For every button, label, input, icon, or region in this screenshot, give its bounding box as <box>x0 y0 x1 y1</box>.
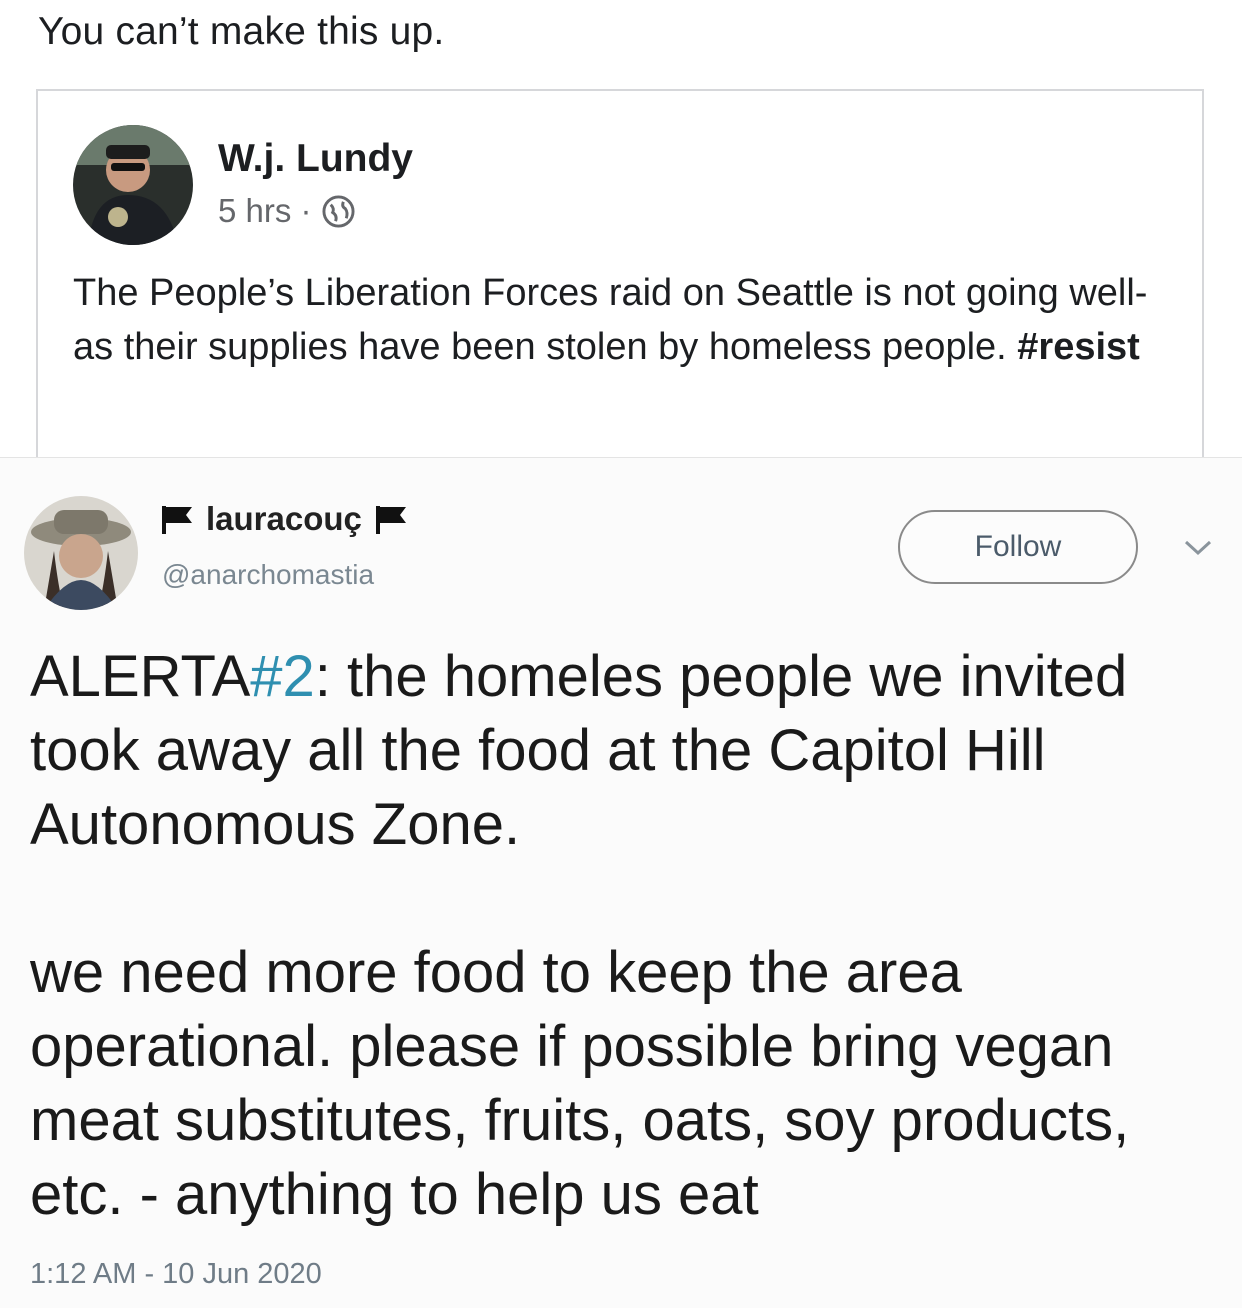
tweet-screenshot: lauracouç @anarchomastia Follow ALERTA#2… <box>0 457 1242 1308</box>
author-avatar-image <box>73 125 193 245</box>
tweet-display-name-row[interactable]: lauracouç <box>160 500 408 538</box>
post-text: The People’s Liberation Forces raid on S… <box>73 272 1148 368</box>
black-flag-icon <box>375 506 406 534</box>
tweet-display-name[interactable]: lauracouç <box>206 500 362 538</box>
tweet-handle[interactable]: @anarchomastia <box>162 559 374 591</box>
alert-prefix: ALERTA <box>30 644 251 709</box>
tweet-paragraph-2: we need more food to keep the area opera… <box>30 940 1130 1227</box>
post-time[interactable]: 5 hrs · <box>218 192 312 230</box>
hashtag-link[interactable]: #resist <box>1017 326 1140 368</box>
author-avatar[interactable] <box>73 125 193 245</box>
tweet-avatar[interactable] <box>24 496 138 610</box>
author-name[interactable]: W.j. Lundy <box>218 137 413 181</box>
tweet-avatar-image <box>24 496 138 610</box>
chevron-down-icon[interactable] <box>1180 532 1216 562</box>
globe-icon[interactable] <box>322 194 355 228</box>
black-flag-icon <box>162 506 192 534</box>
post-meta: 5 hrs · <box>218 192 355 230</box>
tweet-hashtag[interactable]: #2 <box>250 644 315 709</box>
follow-button[interactable]: Follow <box>898 510 1138 584</box>
tweet-text: ALERTA#2: the homeles people we invited … <box>30 640 1220 1232</box>
shared-post-card[interactable]: W.j. Lundy 5 hrs · The People’s Liberati… <box>36 89 1204 469</box>
post-caption: You can’t make this up. <box>38 10 445 53</box>
tweet-paragraph-1: ALERTA#2: the homeles people we invited … <box>30 640 1220 862</box>
tweet-timestamp[interactable]: 1:12 AM - 10 Jun 2020 <box>30 1258 322 1291</box>
post-body: The People’s Liberation Forces raid on S… <box>73 266 1173 374</box>
